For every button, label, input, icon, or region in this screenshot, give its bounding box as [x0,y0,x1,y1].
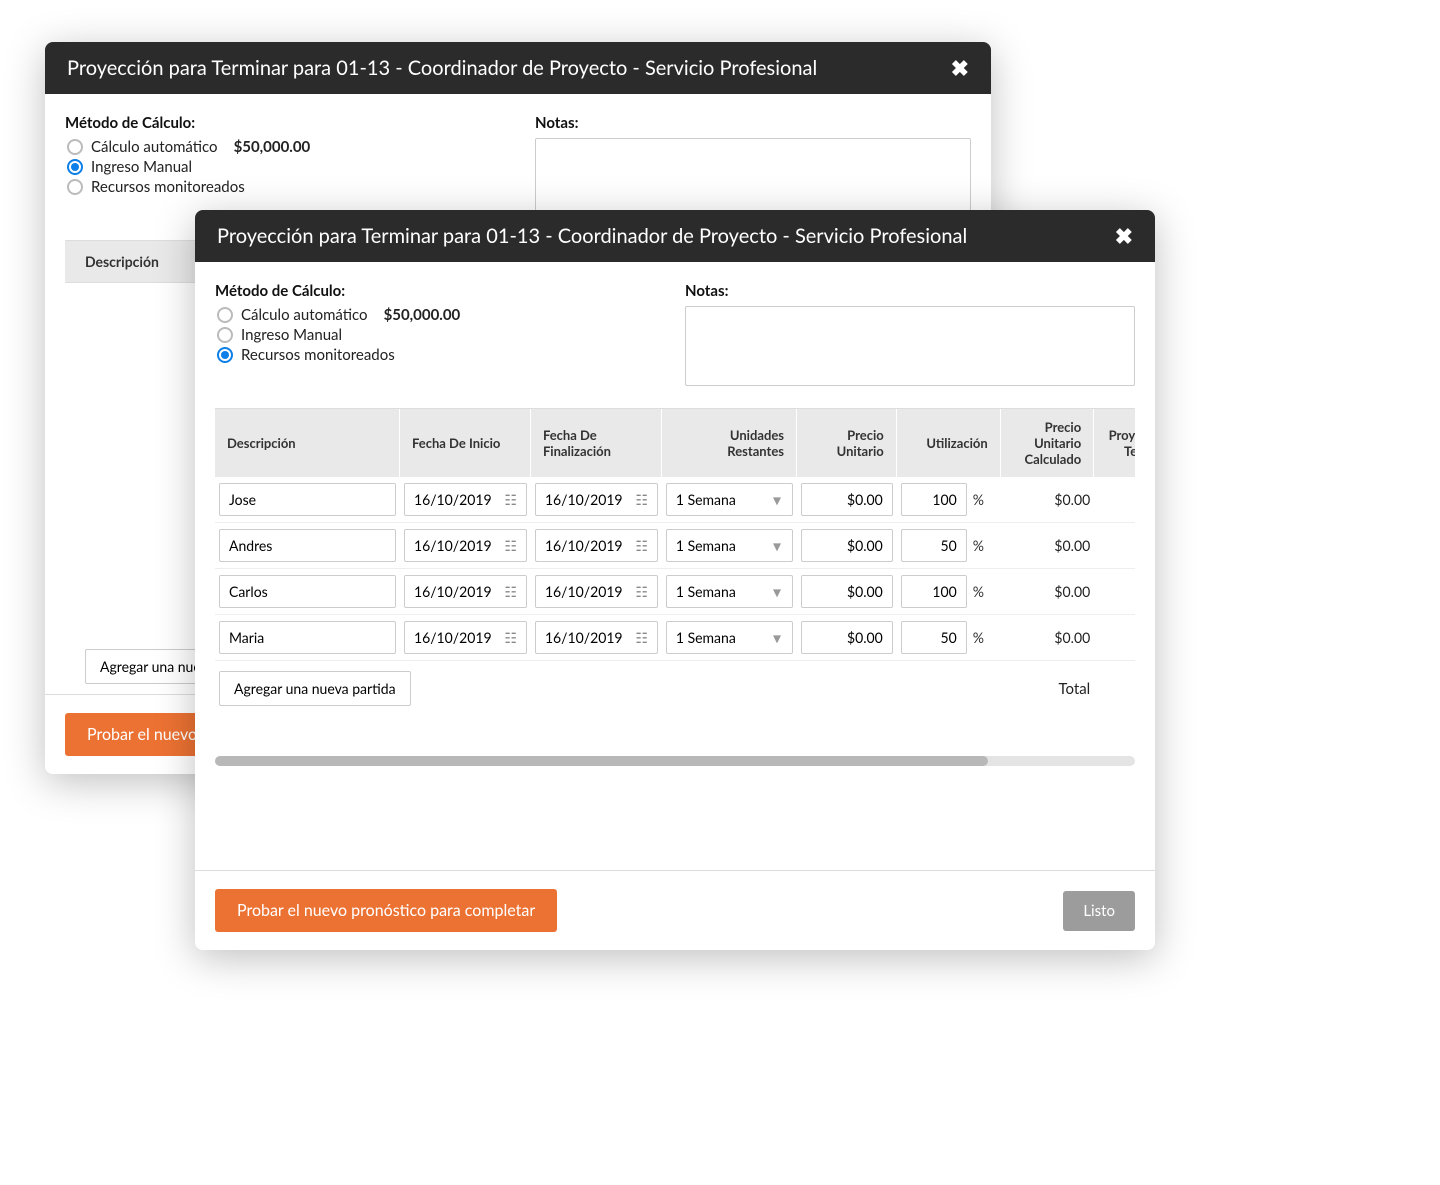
percent-sign: % [973,629,984,646]
radio-monitored-label: Recursos monitoreados [91,178,245,196]
end-date-input[interactable] [535,575,658,608]
table-row: ☷ ☷ ▾ % $0.00 [215,569,1135,615]
col-description: Descripción [215,409,400,477]
modal-front-title: Proyección para Terminar para 01-13 - Co… [217,224,967,248]
percent-sign: % [973,537,984,554]
end-date-input[interactable] [535,621,658,654]
col-utilization: Utilización [897,409,1001,477]
radio-manual[interactable] [217,327,233,343]
description-input[interactable] [219,575,396,608]
unit-price-input[interactable] [801,621,893,654]
radio-manual-label: Ingreso Manual [91,158,192,176]
modal-front-footer: Probar el nuevo pronóstico para completa… [195,870,1155,950]
col-remaining-units: Unidades Restantes [662,409,797,477]
radio-auto-calc[interactable] [217,307,233,323]
utilization-input[interactable] [901,575,967,608]
radio-manual-label: Ingreso Manual [241,326,342,344]
horizontal-scrollbar[interactable] [215,756,1135,766]
scrollbar-thumb[interactable] [215,756,988,766]
radio-monitored-label: Recursos monitoreados [241,346,395,364]
utilization-input[interactable] [901,529,967,562]
modal-front-body: Método de Cálculo: Cálculo automático $5… [195,262,1155,870]
radio-auto-label: Cálculo automático [91,138,218,156]
modal-front-header: Proyección para Terminar para 01-13 - Co… [195,210,1155,262]
col-proj-partial: Proye Ter [1094,409,1135,477]
notes-textarea[interactable] [685,306,1135,386]
calc-unit-price-cell: $0.00 [1001,523,1095,569]
calc-method-label: Método de Cálculo: [215,282,645,300]
table-row: ☷ ☷ ▾ % $0.00 [215,523,1135,569]
start-date-input[interactable] [404,529,527,562]
description-input[interactable] [219,483,396,516]
percent-sign: % [973,491,984,508]
unit-price-input[interactable] [801,529,893,562]
modal-back-header: Proyección para Terminar para 01-13 - Co… [45,42,991,94]
table-row: ☷ ☷ ▾ % $0.00 [215,615,1135,661]
start-date-input[interactable] [404,575,527,608]
notes-label-back: Notas: [535,114,971,132]
radio-auto-label: Cálculo automático [241,306,368,324]
percent-sign: % [973,583,984,600]
add-row-button[interactable]: Agregar una nueva partida [219,671,411,706]
calc-unit-price-cell: $0.00 [1001,569,1095,615]
auto-calc-value: $50,000.00 [384,306,461,324]
close-icon[interactable]: ✖ [951,57,969,79]
utilization-input[interactable] [901,621,967,654]
description-input[interactable] [219,529,396,562]
radio-manual[interactable] [67,159,83,175]
resource-table-wrap: Descripción Fecha De Inicio Fecha De Fin… [215,408,1135,870]
end-date-input[interactable] [535,529,658,562]
modal-front: Proyección para Terminar para 01-13 - Co… [195,210,1155,950]
notes-textarea-back[interactable] [535,138,971,218]
close-icon[interactable]: ✖ [1115,225,1133,247]
start-date-input[interactable] [404,621,527,654]
test-forecast-button[interactable]: Probar el nuevo pronóstico para completa… [215,889,557,932]
resource-table: Descripción Fecha De Inicio Fecha De Fin… [215,409,1135,716]
total-label: Total [1001,661,1095,716]
modal-back-title: Proyección para Terminar para 01-13 - Co… [67,56,817,80]
end-date-input[interactable] [535,483,658,516]
radio-monitored[interactable] [67,179,83,195]
col-unit-price: Precio Unitario [797,409,897,477]
remaining-units-select[interactable] [666,621,793,654]
description-input[interactable] [219,621,396,654]
col-calc-unit-price: Precio Unitario Calculado [1001,409,1095,477]
calc-method-label: Método de Cálculo: [65,114,495,132]
utilization-input[interactable] [901,483,967,516]
unit-price-input[interactable] [801,575,893,608]
radio-monitored[interactable] [217,347,233,363]
auto-calc-value: $50,000.00 [234,138,311,156]
radio-auto-calc[interactable] [67,139,83,155]
notes-label: Notas: [685,282,1135,300]
remaining-units-select[interactable] [666,483,793,516]
col-start-date: Fecha De Inicio [400,409,531,477]
remaining-units-select[interactable] [666,575,793,608]
done-button[interactable]: Listo [1063,891,1135,931]
col-end-date: Fecha De Finalización [531,409,662,477]
start-date-input[interactable] [404,483,527,516]
calc-unit-price-cell: $0.00 [1001,615,1095,661]
remaining-units-select[interactable] [666,529,793,562]
unit-price-input[interactable] [801,483,893,516]
table-row: ☷ ☷ ▾ % $0.00 [215,477,1135,523]
calc-unit-price-cell: $0.00 [1001,477,1095,523]
